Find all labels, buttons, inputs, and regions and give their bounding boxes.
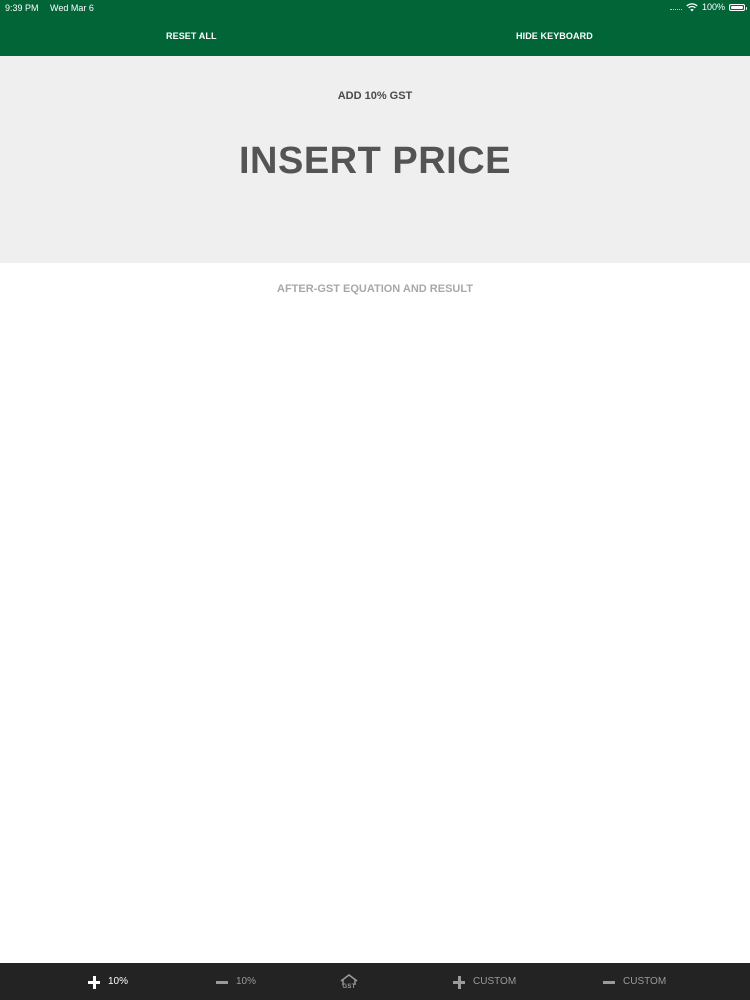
result-label: AFTER-GST EQUATION AND RESULT bbox=[277, 283, 473, 295]
price-input-panel: ADD 10% GST bbox=[0, 56, 750, 263]
tab-label: 10% bbox=[236, 976, 257, 987]
app-root: 9:39 PM Wed Mar 6 100% RESET ALL HIDE KE… bbox=[0, 0, 750, 1000]
status-right: 100% bbox=[669, 2, 747, 12]
tab-label: GST bbox=[342, 983, 356, 990]
tab-label: CUSTOM bbox=[623, 976, 667, 987]
wifi-icon bbox=[686, 3, 698, 12]
minus-icon bbox=[216, 976, 228, 988]
battery-fill bbox=[731, 5, 743, 9]
plus-icon bbox=[453, 975, 465, 989]
status-left: 9:39 PM Wed Mar 6 bbox=[5, 3, 94, 13]
battery-icon bbox=[729, 3, 747, 11]
reset-all-button[interactable]: RESET ALL bbox=[166, 31, 217, 41]
tab-subtract-10-percent[interactable]: 10% bbox=[216, 963, 256, 1000]
price-input[interactable] bbox=[0, 140, 750, 183]
signal-icon bbox=[669, 9, 682, 11]
bottom-tab-bar: 10% 10% GST CUSTOM CUSTOM bbox=[0, 963, 750, 1000]
status-date: Wed Mar 6 bbox=[50, 3, 94, 13]
minus-icon bbox=[603, 976, 615, 988]
hide-keyboard-button[interactable]: HIDE KEYBOARD bbox=[516, 31, 593, 41]
tab-add-10-percent[interactable]: 10% bbox=[88, 963, 128, 1000]
status-time: 9:39 PM bbox=[5, 3, 39, 13]
battery-percent: 100% bbox=[701, 2, 725, 12]
status-bar: 9:39 PM Wed Mar 6 100% bbox=[0, 0, 750, 16]
tab-gst-home[interactable]: GST bbox=[339, 963, 359, 1000]
top-bar: 9:39 PM Wed Mar 6 100% RESET ALL HIDE KE… bbox=[0, 0, 750, 56]
tab-subtract-custom[interactable]: CUSTOM bbox=[603, 963, 666, 1000]
plus-icon bbox=[88, 975, 100, 989]
tab-label: 10% bbox=[108, 976, 129, 987]
tab-add-custom[interactable]: CUSTOM bbox=[453, 963, 516, 1000]
calculation-mode-label: ADD 10% GST bbox=[337, 90, 413, 102]
tab-label: CUSTOM bbox=[473, 976, 517, 987]
